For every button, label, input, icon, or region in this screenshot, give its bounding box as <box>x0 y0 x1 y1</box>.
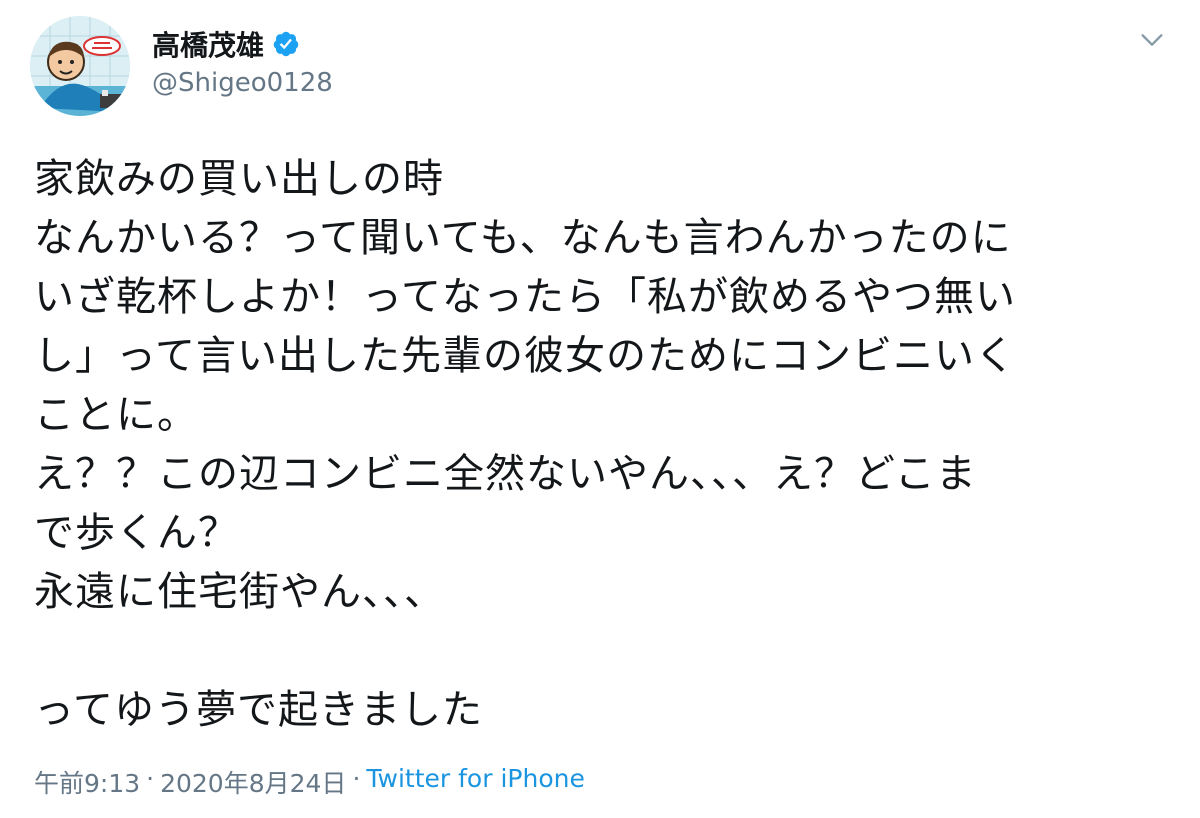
tweet-time[interactable]: 午前9:13 <box>34 764 140 800</box>
tweet-text: 家飲みの買い出しの時 なんかいる？って聞いても、なんも言わんかったのに いざ乾杯… <box>34 156 1016 733</box>
tweet-card: 高橋茂雄 @Shigeo0128 家飲みの買い出しの時 なんかいる？って聞いても… <box>0 0 1200 818</box>
chevron-down-icon[interactable] <box>1138 26 1166 54</box>
tweet-source-link[interactable]: Twitter for iPhone <box>366 764 584 800</box>
tweet-meta: 午前9:13 · 2020年8月24日 · Twitter for iPhone <box>34 764 585 800</box>
verified-badge-icon <box>273 31 299 57</box>
source-separator: · <box>352 764 361 793</box>
author-name-row[interactable]: 高橋茂雄 <box>152 24 300 64</box>
tweet-date[interactable]: 2020年8月24日 <box>160 764 346 800</box>
meta-separator: · <box>146 764 155 793</box>
avatar-illustration <box>30 16 130 116</box>
display-name[interactable]: 高橋茂雄 <box>152 24 264 64</box>
avatar[interactable] <box>30 16 130 116</box>
user-handle[interactable]: @Shigeo0128 <box>152 68 333 98</box>
